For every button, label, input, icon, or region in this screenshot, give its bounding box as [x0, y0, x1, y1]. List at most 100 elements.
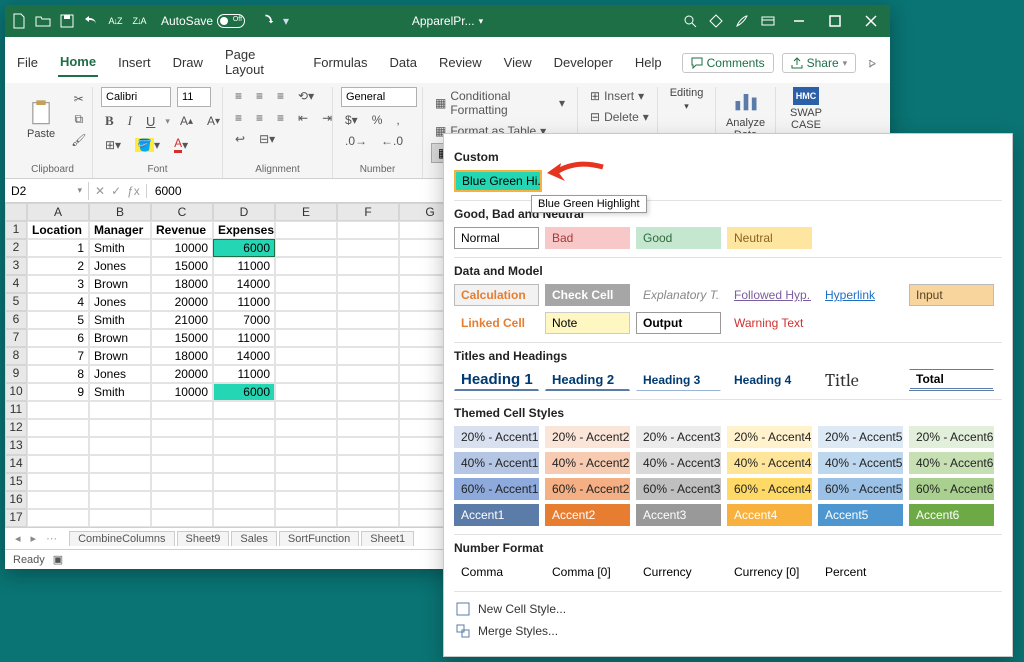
bold-button[interactable]: B: [101, 111, 118, 131]
cell[interactable]: [213, 509, 275, 527]
row-header[interactable]: 8: [5, 347, 27, 365]
style-linked-cell[interactable]: Linked Cell: [454, 312, 539, 334]
cell[interactable]: [89, 419, 151, 437]
cell[interactable]: [27, 473, 89, 491]
style-heading4[interactable]: Heading 4: [727, 369, 812, 391]
style-currency0[interactable]: Currency [0]: [727, 561, 812, 583]
row-header[interactable]: 7: [5, 329, 27, 347]
cell[interactable]: [337, 239, 399, 257]
cell[interactable]: [275, 365, 337, 383]
cell[interactable]: [275, 419, 337, 437]
align-center-icon[interactable]: ≡: [252, 109, 267, 127]
cell[interactable]: 5: [27, 311, 89, 329]
wrap-icon[interactable]: ↩: [231, 130, 249, 148]
dec-inc-icon[interactable]: .0→: [341, 132, 371, 150]
style-themed[interactable]: 20% - Accent1: [454, 426, 539, 448]
style-total[interactable]: Total: [909, 369, 994, 391]
autosave-toggle[interactable]: AutoSave Off: [161, 14, 245, 28]
cell[interactable]: 6: [27, 329, 89, 347]
search-icon[interactable]: [682, 13, 698, 29]
dec-dec-icon[interactable]: ←.0: [377, 132, 407, 150]
style-note[interactable]: Note: [545, 312, 630, 334]
style-themed[interactable]: 20% - Accent6: [909, 426, 994, 448]
tab-home[interactable]: Home: [58, 50, 98, 77]
style-themed[interactable]: 60% - Accent1: [454, 478, 539, 500]
style-explanatory[interactable]: Explanatory T...: [636, 284, 721, 306]
style-themed[interactable]: 40% - Accent6: [909, 452, 994, 474]
collapse-ribbon-icon[interactable]: ⦠: [864, 55, 880, 71]
tab-sheet[interactable]: SortFunction: [279, 531, 359, 546]
cell[interactable]: [213, 455, 275, 473]
cell[interactable]: [27, 455, 89, 473]
cell[interactable]: Smith: [89, 239, 151, 257]
cell[interactable]: 11000: [213, 257, 275, 275]
style-calculation[interactable]: Calculation: [454, 284, 539, 306]
new-cell-style[interactable]: New Cell Style...: [454, 598, 1002, 620]
cell[interactable]: Smith: [89, 383, 151, 401]
sort-desc-icon[interactable]: Z↓A: [131, 13, 147, 29]
col-header[interactable]: B: [89, 203, 151, 221]
align-top-icon[interactable]: ≡: [231, 87, 246, 105]
style-themed[interactable]: 60% - Accent4: [727, 478, 812, 500]
cell[interactable]: [275, 221, 337, 239]
cell[interactable]: [275, 455, 337, 473]
style-themed[interactable]: 60% - Accent2: [545, 478, 630, 500]
style-blue-green-highlight[interactable]: Blue Green Hi...: [454, 170, 542, 192]
underline-button[interactable]: U: [142, 112, 159, 131]
style-themed[interactable]: 20% - Accent3: [636, 426, 721, 448]
cell[interactable]: [337, 257, 399, 275]
row-header[interactable]: 15: [5, 473, 27, 491]
style-themed[interactable]: Accent5: [818, 504, 903, 526]
decrease-font-icon[interactable]: A▾: [203, 112, 224, 130]
col-header[interactable]: C: [151, 203, 213, 221]
style-themed[interactable]: 60% - Accent5: [818, 478, 903, 500]
cell[interactable]: [275, 239, 337, 257]
row-header[interactable]: 9: [5, 365, 27, 383]
style-themed[interactable]: Accent2: [545, 504, 630, 526]
cell[interactable]: [337, 311, 399, 329]
cell[interactable]: [213, 473, 275, 491]
align-bot-icon[interactable]: ≡: [273, 87, 288, 105]
cell[interactable]: [213, 437, 275, 455]
cell[interactable]: Revenue: [151, 221, 213, 239]
cell[interactable]: Smith: [89, 311, 151, 329]
cell[interactable]: 4: [27, 293, 89, 311]
style-themed[interactable]: Accent3: [636, 504, 721, 526]
cell[interactable]: [275, 257, 337, 275]
cell[interactable]: Jones: [89, 257, 151, 275]
tab-pagelayout[interactable]: Page Layout: [223, 43, 293, 83]
style-themed[interactable]: 40% - Accent2: [545, 452, 630, 474]
cell[interactable]: [89, 473, 151, 491]
cell[interactable]: Jones: [89, 293, 151, 311]
brush-icon[interactable]: [734, 13, 750, 29]
cell[interactable]: [151, 419, 213, 437]
style-bad[interactable]: Bad: [545, 227, 630, 249]
cell[interactable]: [151, 473, 213, 491]
style-themed[interactable]: 20% - Accent2: [545, 426, 630, 448]
maximize-button[interactable]: [822, 11, 848, 31]
undo-icon[interactable]: [83, 13, 99, 29]
cell[interactable]: [337, 365, 399, 383]
cell[interactable]: 3: [27, 275, 89, 293]
orientation-icon[interactable]: ⟲▾: [294, 87, 318, 105]
paste-button[interactable]: Paste: [21, 98, 61, 140]
row-header[interactable]: 13: [5, 437, 27, 455]
tab-sheet[interactable]: Sheet1: [361, 531, 414, 546]
tab-review[interactable]: Review: [437, 51, 484, 76]
cell[interactable]: [337, 437, 399, 455]
cell[interactable]: [213, 491, 275, 509]
row-header[interactable]: 2: [5, 239, 27, 257]
cell[interactable]: [275, 329, 337, 347]
font-color-icon[interactable]: A▾: [170, 134, 192, 155]
cell[interactable]: [337, 419, 399, 437]
fx-icon[interactable]: ƒx: [127, 184, 140, 198]
comma-icon[interactable]: ,: [392, 111, 403, 129]
align-right-icon[interactable]: ≡: [273, 109, 288, 127]
cell[interactable]: [275, 401, 337, 419]
enter-icon[interactable]: ✓: [111, 184, 121, 198]
accounting-icon[interactable]: $▾: [341, 111, 362, 129]
style-input[interactable]: Input: [909, 284, 994, 306]
editing-group[interactable]: Editing▾: [666, 87, 707, 112]
cell[interactable]: 21000: [151, 311, 213, 329]
style-themed[interactable]: 40% - Accent3: [636, 452, 721, 474]
